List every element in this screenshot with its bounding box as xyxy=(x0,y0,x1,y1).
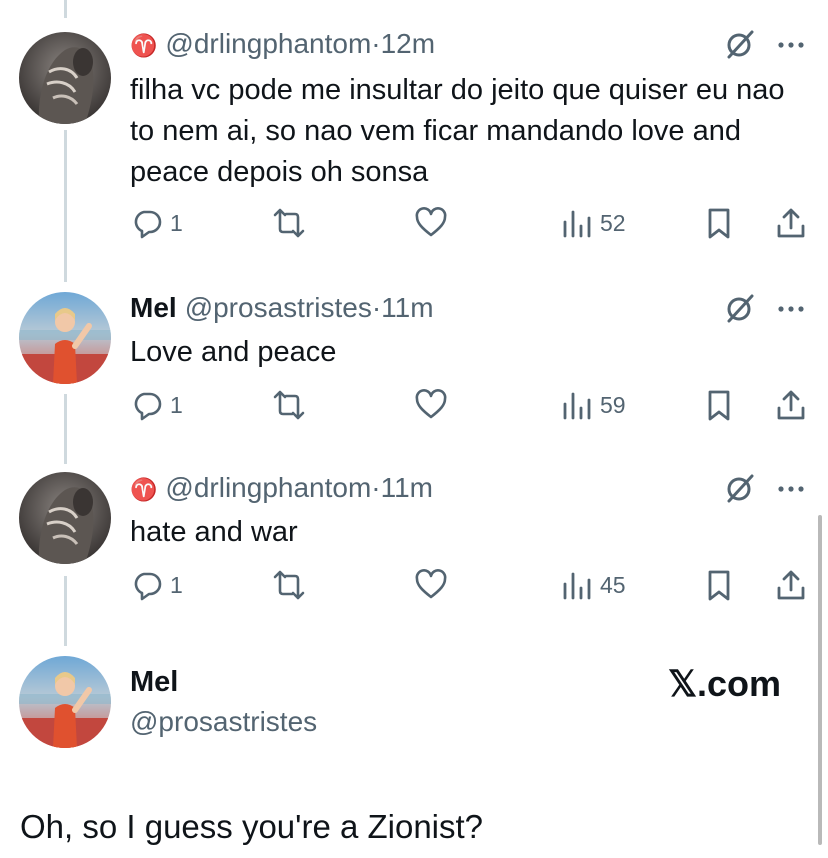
like-icon xyxy=(415,389,447,419)
reply-button[interactable]: 1 xyxy=(130,568,183,602)
views-icon xyxy=(563,210,591,238)
retweet-icon xyxy=(273,390,305,420)
like-button[interactable] xyxy=(414,388,448,422)
views-icon xyxy=(563,392,591,420)
view-count: 45 xyxy=(600,571,626,598)
avatar[interactable] xyxy=(19,656,111,748)
grok-icon[interactable] xyxy=(724,28,756,60)
separator: · xyxy=(371,292,382,323)
user-handle[interactable]: @drlingphantom xyxy=(165,472,371,503)
more-icon[interactable] xyxy=(776,40,806,50)
view-count: 59 xyxy=(600,391,626,418)
reply-button[interactable]: 1 xyxy=(130,388,183,422)
aries-icon: ♈ xyxy=(130,477,158,502)
share-button[interactable] xyxy=(774,568,808,602)
more-icon[interactable] xyxy=(776,484,806,494)
reply-icon xyxy=(134,210,162,239)
share-button[interactable] xyxy=(774,206,808,240)
user-handle[interactable]: @prosastristes xyxy=(130,704,317,740)
tweet[interactable]: ♈ @drlingphantom·12m filha vc pode me ins… xyxy=(0,0,828,270)
reply-count: 1 xyxy=(170,571,183,598)
timestamp[interactable]: 12m xyxy=(381,28,435,59)
reply-count: 1 xyxy=(170,209,183,236)
tweet-actions: 1 59 xyxy=(130,388,810,424)
retweet-button[interactable] xyxy=(272,206,306,240)
main-tweet-text: Oh, so I guess you're a Zionist? xyxy=(20,808,484,845)
retweet-icon xyxy=(273,208,305,238)
tweet-header: ♈ @drlingphantom·11m xyxy=(130,470,433,508)
avatar[interactable] xyxy=(19,472,111,564)
share-button[interactable] xyxy=(774,388,808,422)
views-button[interactable]: 52 xyxy=(560,206,626,240)
share-icon xyxy=(777,390,805,420)
tweet-header: ♈ @drlingphantom·12m xyxy=(130,26,435,64)
avatar[interactable] xyxy=(19,32,111,124)
retweet-button[interactable] xyxy=(272,388,306,422)
like-icon xyxy=(415,569,447,599)
x-com-watermark: 𝕏.com xyxy=(668,663,782,704)
retweet-icon xyxy=(273,570,305,600)
views-button[interactable]: 59 xyxy=(560,388,626,422)
separator: · xyxy=(371,472,381,503)
bookmark-icon xyxy=(708,208,730,239)
share-icon xyxy=(777,570,805,600)
user-handle[interactable]: @drlingphantom xyxy=(165,28,371,59)
like-button[interactable] xyxy=(414,568,448,602)
display-name[interactable]: Mel xyxy=(130,664,178,700)
bookmark-icon xyxy=(708,390,730,421)
tweet[interactable]: ♈ @drlingphantom·11m hate and war 1 45 xyxy=(0,470,828,640)
tweet-text: Love and peace xyxy=(130,336,337,368)
share-icon xyxy=(777,208,805,238)
timestamp[interactable]: 11m xyxy=(381,292,433,323)
tweet-actions: 1 52 xyxy=(130,206,810,242)
scrollbar[interactable] xyxy=(818,515,822,845)
bookmark-button[interactable] xyxy=(702,206,736,240)
tweet-text: hate and war xyxy=(130,516,298,548)
reply-icon xyxy=(134,392,162,421)
aries-icon: ♈ xyxy=(130,33,158,58)
display-name[interactable]: Mel xyxy=(130,292,177,323)
retweet-button[interactable] xyxy=(272,568,306,602)
views-icon xyxy=(563,572,591,600)
reply-button[interactable]: 1 xyxy=(130,206,183,240)
like-button[interactable] xyxy=(414,206,448,240)
user-handle[interactable]: @prosastristes xyxy=(185,292,372,323)
view-count: 52 xyxy=(600,209,626,236)
grok-icon[interactable] xyxy=(724,292,756,324)
avatar[interactable] xyxy=(19,292,111,384)
tweet[interactable]: Mel @prosastristes·11m Love and peace 1 5… xyxy=(0,290,828,460)
grok-icon[interactable] xyxy=(724,472,756,504)
tweet-actions: 1 45 xyxy=(130,568,810,604)
bookmark-icon xyxy=(708,570,730,601)
views-button[interactable]: 45 xyxy=(560,568,626,602)
reply-count: 1 xyxy=(170,391,183,418)
timestamp[interactable]: 11m xyxy=(381,472,433,503)
reply-icon xyxy=(134,572,162,601)
more-icon[interactable] xyxy=(776,304,806,314)
separator: · xyxy=(371,28,381,59)
bookmark-button[interactable] xyxy=(702,388,736,422)
tweet-text: filha vc pode me insultar do jeito que q… xyxy=(130,74,785,188)
bookmark-button[interactable] xyxy=(702,568,736,602)
tweet-header: Mel @prosastristes·11m xyxy=(130,290,434,326)
like-icon xyxy=(415,207,447,237)
